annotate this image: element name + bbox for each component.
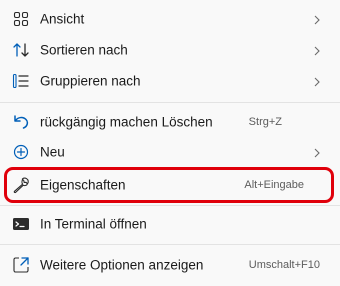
chevron-right-icon [312,75,322,87]
menu-item-label: Ansicht [40,11,85,27]
new-plus-icon [12,143,30,161]
menu-item-view[interactable]: Ansicht [0,4,340,34]
chevron-right-icon [312,13,322,25]
menu-item-sort-by[interactable]: Sortieren nach [0,35,340,65]
menu-item-properties[interactable]: Eigenschaften Alt+Eingabe [0,170,340,200]
menu-item-group-by[interactable]: Gruppieren nach [0,66,340,96]
group-list-icon [12,72,30,90]
menu-item-label: Gruppieren nach [40,73,141,89]
menu-item-label: Weitere Optionen anzeigen [40,257,204,273]
context-menu: Ansicht Sortieren nach Gruppieren nach r… [0,0,340,286]
terminal-icon [12,215,30,233]
menu-separator [0,244,340,245]
menu-item-label: Neu [40,144,65,160]
wrench-icon [12,176,30,194]
undo-icon [12,113,30,131]
menu-item-show-more-options[interactable]: Weitere Optionen anzeigen Umschalt+F10 [0,250,340,280]
menu-item-open-terminal[interactable]: In Terminal öffnen [0,209,340,239]
shortcut-hint: Umschalt+F10 [248,259,320,271]
menu-item-label: Eigenschaften [40,177,126,193]
menu-item-undo-delete[interactable]: rückgängig machen Löschen Strg+Z [0,107,340,137]
view-grid-icon [12,10,30,28]
menu-item-label: In Terminal öffnen [40,216,147,232]
sort-arrows-icon [12,41,30,59]
menu-separator [0,205,340,206]
chevron-right-icon [312,146,322,158]
shortcut-hint: Alt+Eingabe [244,179,304,191]
menu-separator [0,102,340,103]
shortcut-hint: Strg+Z [248,116,282,128]
more-options-icon [12,256,30,274]
menu-item-label: Sortieren nach [40,42,128,58]
menu-item-new[interactable]: Neu [0,137,340,167]
chevron-right-icon [312,44,322,56]
menu-item-label: rückgängig machen Löschen [40,114,213,130]
